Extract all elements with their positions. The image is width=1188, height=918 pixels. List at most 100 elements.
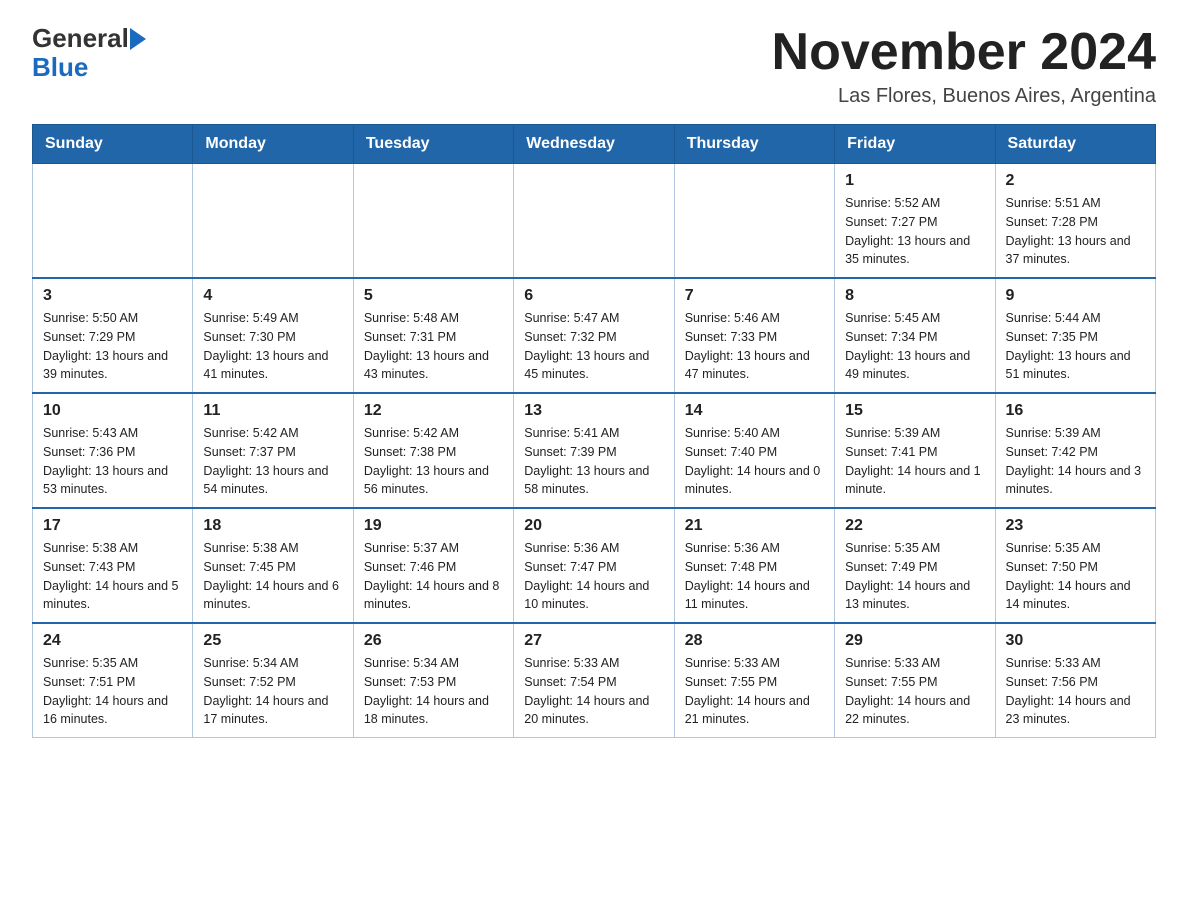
title-block: November 2024 Las Flores, Buenos Aires, … [772, 24, 1156, 108]
calendar-row: 24 Sunrise: 5:35 AMSunset: 7:51 PMDayligh… [33, 623, 1156, 738]
day-number: 27 [524, 632, 663, 650]
calendar-cell: 9 Sunrise: 5:44 AMSunset: 7:35 PMDaylight… [995, 278, 1155, 393]
calendar-cell: 21 Sunrise: 5:36 AMSunset: 7:48 PMDayligh… [674, 508, 834, 623]
day-number: 20 [524, 517, 663, 535]
calendar-cell: 3 Sunrise: 5:50 AMSunset: 7:29 PMDaylight… [33, 278, 193, 393]
day-of-week-header: Thursday [674, 125, 834, 164]
day-of-week-header: Friday [835, 125, 995, 164]
calendar-cell [514, 164, 674, 279]
day-number: 15 [845, 402, 984, 420]
calendar-cell: 30Sunrise: 5:33 AMSunset: 7:56 PMDayligh… [995, 623, 1155, 738]
day-info: Sunrise: 5:34 AMSunset: 7:53 PMDaylight:… [364, 654, 503, 729]
calendar-cell: 25Sunrise: 5:34 AMSunset: 7:52 PMDayligh… [193, 623, 353, 738]
calendar-cell: 27Sunrise: 5:33 AMSunset: 7:54 PMDayligh… [514, 623, 674, 738]
day-number: 5 [364, 287, 503, 305]
day-info: Sunrise: 5:35 AMSunset: 7:51 PMDaylight:… [43, 654, 182, 729]
day-of-week-header: Wednesday [514, 125, 674, 164]
calendar-cell: 16Sunrise: 5:39 AMSunset: 7:42 PMDayligh… [995, 393, 1155, 508]
calendar-row: 1Sunrise: 5:52 AMSunset: 7:27 PMDaylight… [33, 164, 1156, 279]
day-of-week-header: Tuesday [353, 125, 513, 164]
day-number: 3 [43, 287, 182, 305]
day-info: Sunrise: 5:39 AMSunset: 7:41 PMDaylight:… [845, 424, 984, 499]
day-number: 13 [524, 402, 663, 420]
day-number: 9 [1006, 287, 1145, 305]
day-number: 11 [203, 402, 342, 420]
day-number: 21 [685, 517, 824, 535]
calendar-cell: 17Sunrise: 5:38 AMSunset: 7:43 PMDayligh… [33, 508, 193, 623]
month-title: November 2024 [772, 24, 1156, 81]
day-number: 29 [845, 632, 984, 650]
calendar-table: SundayMondayTuesdayWednesdayThursdayFrid… [32, 124, 1156, 738]
day-info: Sunrise: 5:40 AMSunset: 7:40 PMDaylight:… [685, 424, 824, 499]
calendar-cell [193, 164, 353, 279]
day-info: Sunrise: 5:37 AMSunset: 7:46 PMDaylight:… [364, 539, 503, 614]
calendar-cell: 5 Sunrise: 5:48 AMSunset: 7:31 PMDaylight… [353, 278, 513, 393]
page-header: General Blue November 2024 Las Flores, B… [32, 24, 1156, 108]
calendar-cell [33, 164, 193, 279]
day-info: Sunrise: 5:42 AMSunset: 7:38 PMDaylight:… [364, 424, 503, 499]
calendar-cell: 28 Sunrise: 5:33 AMSunset: 7:55 PMDayligh… [674, 623, 834, 738]
day-number: 24 [43, 632, 182, 650]
day-number: 4 [203, 287, 342, 305]
day-info: Sunrise: 5:33 AMSunset: 7:56 PMDaylight:… [1006, 654, 1145, 729]
day-of-week-header: Sunday [33, 125, 193, 164]
day-number: 1 [845, 172, 984, 190]
logo: General Blue [32, 24, 146, 83]
calendar-cell: 22 Sunrise: 5:35 AMSunset: 7:49 PMDayligh… [835, 508, 995, 623]
logo-arrow-icon [130, 28, 146, 50]
day-number: 25 [203, 632, 342, 650]
calendar-cell: 1Sunrise: 5:52 AMSunset: 7:27 PMDaylight… [835, 164, 995, 279]
day-info: Sunrise: 5:36 AMSunset: 7:48 PMDaylight:… [685, 539, 824, 614]
day-number: 12 [364, 402, 503, 420]
calendar-cell: 2Sunrise: 5:51 AMSunset: 7:28 PMDaylight… [995, 164, 1155, 279]
calendar-cell: 13 Sunrise: 5:41 AMSunset: 7:39 PMDayligh… [514, 393, 674, 508]
day-info: Sunrise: 5:33 AMSunset: 7:55 PMDaylight:… [685, 654, 824, 729]
day-number: 8 [845, 287, 984, 305]
day-number: 18 [203, 517, 342, 535]
calendar-cell: 19 Sunrise: 5:37 AMSunset: 7:46 PMDayligh… [353, 508, 513, 623]
calendar-row: 10 Sunrise: 5:43 AMSunset: 7:36 PMDayligh… [33, 393, 1156, 508]
calendar-cell [353, 164, 513, 279]
day-number: 16 [1006, 402, 1145, 420]
calendar-cell: 11 Sunrise: 5:42 AMSunset: 7:37 PMDayligh… [193, 393, 353, 508]
day-info: Sunrise: 5:43 AMSunset: 7:36 PMDaylight:… [43, 424, 182, 499]
calendar-cell: 4 Sunrise: 5:49 AMSunset: 7:30 PMDaylight… [193, 278, 353, 393]
calendar-cell: 23 Sunrise: 5:35 AMSunset: 7:50 PMDayligh… [995, 508, 1155, 623]
day-info: Sunrise: 5:47 AMSunset: 7:32 PMDaylight:… [524, 309, 663, 384]
day-info: Sunrise: 5:45 AMSunset: 7:34 PMDaylight:… [845, 309, 984, 384]
day-info: Sunrise: 5:49 AMSunset: 7:30 PMDaylight:… [203, 309, 342, 384]
day-info: Sunrise: 5:41 AMSunset: 7:39 PMDaylight:… [524, 424, 663, 499]
logo-blue: Blue [32, 52, 88, 83]
day-number: 23 [1006, 517, 1145, 535]
calendar-cell: 18 Sunrise: 5:38 AMSunset: 7:45 PMDayligh… [193, 508, 353, 623]
calendar-cell: 20 Sunrise: 5:36 AMSunset: 7:47 PMDayligh… [514, 508, 674, 623]
day-number: 26 [364, 632, 503, 650]
day-number: 10 [43, 402, 182, 420]
day-of-week-header: Saturday [995, 125, 1155, 164]
day-info: Sunrise: 5:50 AMSunset: 7:29 PMDaylight:… [43, 309, 182, 384]
calendar-cell: 14Sunrise: 5:40 AMSunset: 7:40 PMDayligh… [674, 393, 834, 508]
day-number: 19 [364, 517, 503, 535]
day-info: Sunrise: 5:42 AMSunset: 7:37 PMDaylight:… [203, 424, 342, 499]
day-info: Sunrise: 5:33 AMSunset: 7:55 PMDaylight:… [845, 654, 984, 729]
day-number: 28 [685, 632, 824, 650]
day-info: Sunrise: 5:38 AMSunset: 7:45 PMDaylight:… [203, 539, 342, 614]
calendar-cell: 8 Sunrise: 5:45 AMSunset: 7:34 PMDaylight… [835, 278, 995, 393]
calendar-cell: 12 Sunrise: 5:42 AMSunset: 7:38 PMDayligh… [353, 393, 513, 508]
day-info: Sunrise: 5:46 AMSunset: 7:33 PMDaylight:… [685, 309, 824, 384]
day-info: Sunrise: 5:35 AMSunset: 7:49 PMDaylight:… [845, 539, 984, 614]
calendar-row: 17Sunrise: 5:38 AMSunset: 7:43 PMDayligh… [33, 508, 1156, 623]
logo-general: General [32, 24, 129, 54]
calendar-header-row: SundayMondayTuesdayWednesdayThursdayFrid… [33, 125, 1156, 164]
day-info: Sunrise: 5:44 AMSunset: 7:35 PMDaylight:… [1006, 309, 1145, 384]
calendar-row: 3 Sunrise: 5:50 AMSunset: 7:29 PMDaylight… [33, 278, 1156, 393]
day-info: Sunrise: 5:48 AMSunset: 7:31 PMDaylight:… [364, 309, 503, 384]
calendar-cell: 15 Sunrise: 5:39 AMSunset: 7:41 PMDayligh… [835, 393, 995, 508]
calendar-cell: 10 Sunrise: 5:43 AMSunset: 7:36 PMDayligh… [33, 393, 193, 508]
day-number: 22 [845, 517, 984, 535]
calendar-cell: 7Sunrise: 5:46 AMSunset: 7:33 PMDaylight… [674, 278, 834, 393]
day-info: Sunrise: 5:38 AMSunset: 7:43 PMDaylight:… [43, 539, 182, 614]
day-info: Sunrise: 5:36 AMSunset: 7:47 PMDaylight:… [524, 539, 663, 614]
calendar-cell: 24 Sunrise: 5:35 AMSunset: 7:51 PMDayligh… [33, 623, 193, 738]
day-info: Sunrise: 5:35 AMSunset: 7:50 PMDaylight:… [1006, 539, 1145, 614]
